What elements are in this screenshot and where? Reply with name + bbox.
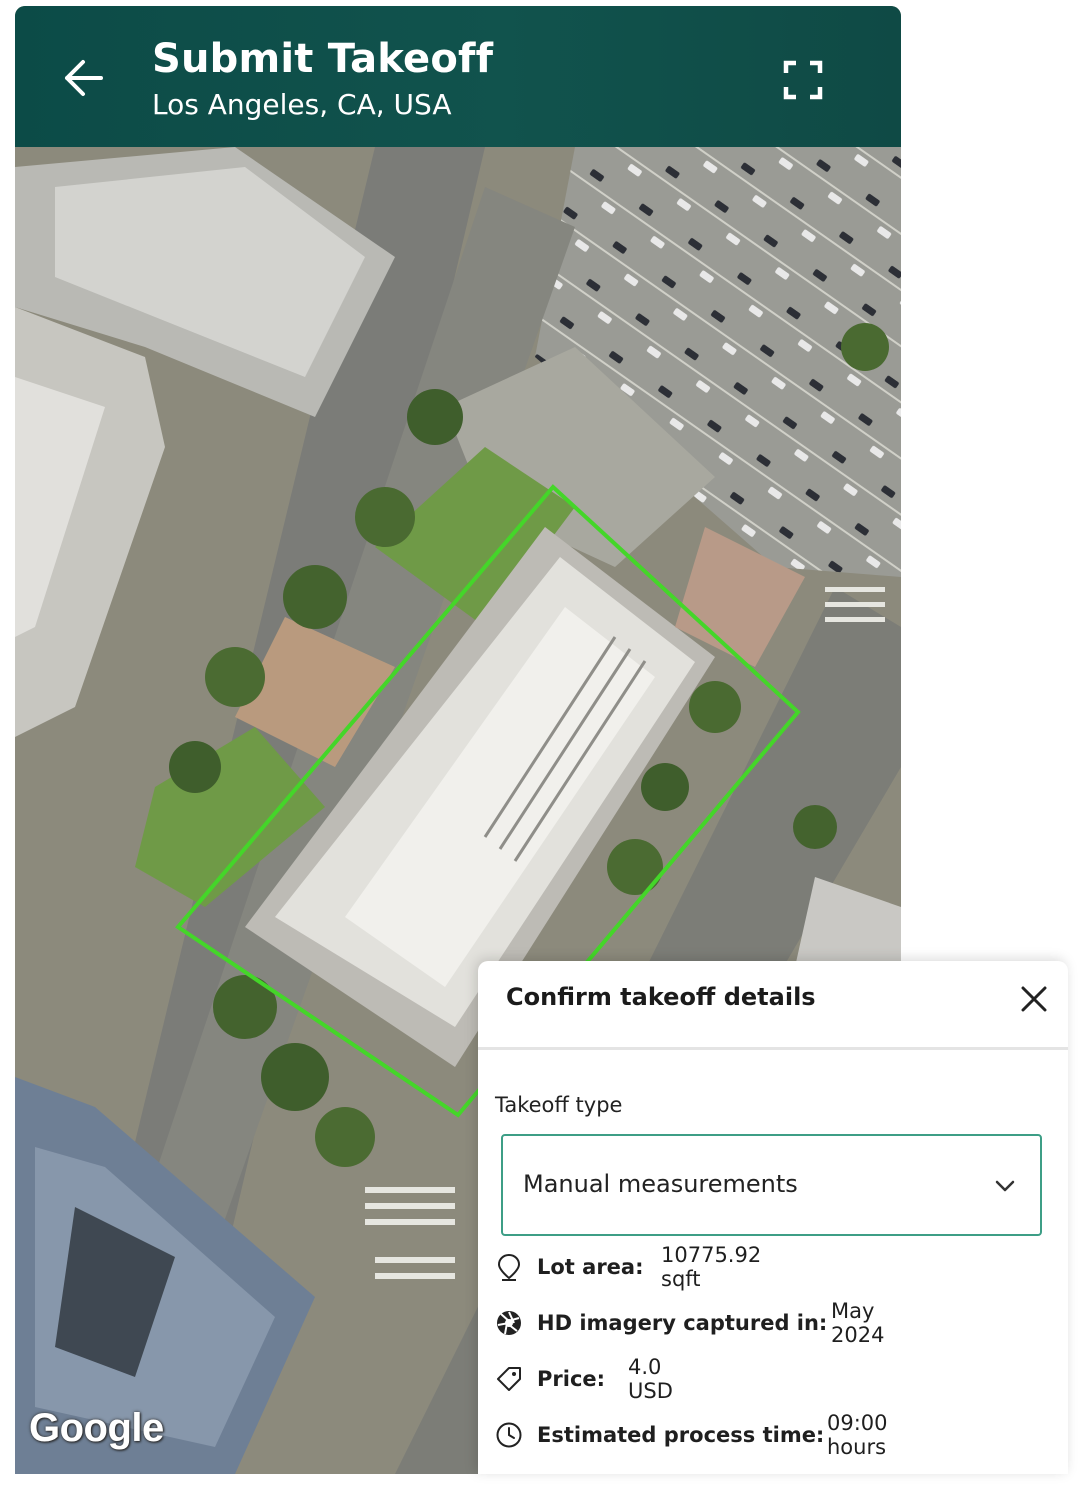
detail-imagery-date: HD imagery captured in: May 2024	[495, 1299, 884, 1347]
sheet-title: Confirm takeoff details	[506, 983, 816, 1011]
google-attribution: Google	[29, 1406, 164, 1450]
takeoff-type-value: Manual measurements	[523, 1170, 798, 1198]
detail-label: Estimated process time:	[537, 1423, 825, 1447]
clock-icon	[495, 1421, 523, 1449]
fullscreen-icon	[783, 60, 823, 100]
close-button[interactable]	[1016, 981, 1052, 1017]
takeoff-type-select[interactable]: Manual measurements	[501, 1134, 1042, 1236]
arrow-left-icon	[65, 60, 103, 96]
aperture-icon	[495, 1309, 523, 1337]
back-button[interactable]	[55, 50, 111, 106]
map-pin-icon	[495, 1253, 523, 1281]
fullscreen-button[interactable]	[777, 54, 829, 106]
app-bar: Submit Takeoff Los Angeles, CA, USA	[15, 6, 901, 147]
detail-process-time: Estimated process time: 09:00 hours	[495, 1411, 888, 1459]
detail-label: HD imagery captured in:	[537, 1311, 828, 1335]
price-tag-icon	[495, 1365, 523, 1393]
detail-label: Lot area:	[537, 1255, 644, 1279]
detail-lot-area: Lot area: 10775.92 sqft	[495, 1243, 761, 1291]
detail-value: 4.0 USD	[628, 1355, 673, 1403]
detail-price: Price: 4.0 USD	[495, 1355, 673, 1403]
sheet-header: Confirm takeoff details	[478, 961, 1068, 1050]
close-icon	[1021, 986, 1047, 1012]
page-subtitle: Los Angeles, CA, USA	[152, 88, 452, 121]
detail-label: Price:	[537, 1367, 606, 1391]
detail-value: 09:00 hours	[827, 1411, 888, 1459]
page-title: Submit Takeoff	[152, 36, 494, 82]
confirm-takeoff-sheet: Confirm takeoff details Takeoff type Man…	[478, 961, 1068, 1474]
chevron-down-icon	[995, 1180, 1015, 1192]
detail-value: 10775.92 sqft	[661, 1243, 762, 1291]
detail-value: May 2024	[831, 1299, 885, 1347]
takeoff-type-label: Takeoff type	[495, 1093, 623, 1117]
